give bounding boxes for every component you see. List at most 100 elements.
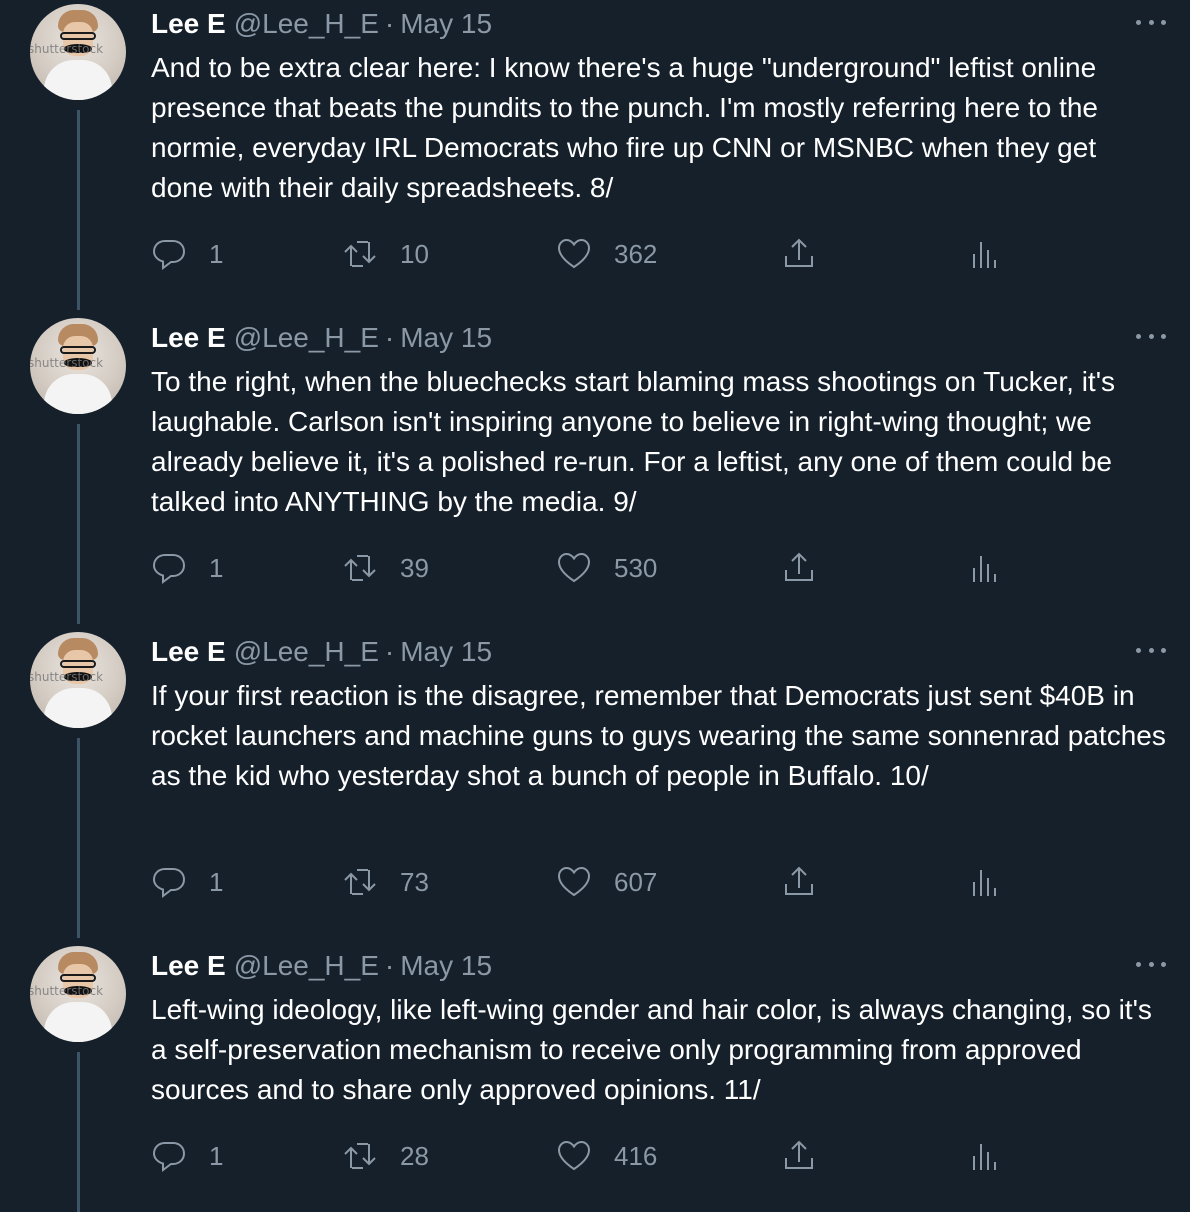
reply-count: 1 xyxy=(209,1140,224,1171)
like-count: 607 xyxy=(614,866,658,897)
share-button[interactable] xyxy=(781,862,817,902)
tweet-content: Lee E @Lee_H_E · May 15 And to be extra … xyxy=(151,4,1166,208)
tweet[interactable]: shutterstock Lee E @Lee_H_E · May 15 If … xyxy=(0,628,1190,942)
avatar-watermark: shutterstock xyxy=(30,670,104,684)
heart-icon xyxy=(557,238,591,269)
avatar[interactable]: shutterstock xyxy=(30,632,126,728)
tweet-content: Lee E @Lee_H_E · May 15 Left-wing ideolo… xyxy=(151,946,1166,1110)
like-count: 530 xyxy=(614,552,658,583)
tweet-text: If your first reaction is the disagree, … xyxy=(151,680,1174,791)
tweet-date[interactable]: May 15 xyxy=(400,950,492,982)
share-icon xyxy=(785,552,813,581)
author-handle[interactable]: @Lee_H_E xyxy=(234,950,379,982)
tweet-content: Lee E @Lee_H_E · May 15 If your first re… xyxy=(151,632,1166,796)
tweet-text: Left-wing ideology, like left-wing gende… xyxy=(151,994,1160,1105)
reply-button[interactable]: 1 xyxy=(151,234,223,274)
reply-button[interactable]: 1 xyxy=(151,548,223,588)
avatar-watermark: shutterstock xyxy=(30,984,104,998)
author-handle[interactable]: @Lee_H_E xyxy=(234,636,379,668)
avatar-container[interactable]: shutterstock xyxy=(30,632,128,728)
reply-icon xyxy=(152,868,186,898)
separator: · xyxy=(384,322,395,353)
retweet-button[interactable]: 10 xyxy=(342,234,429,274)
avatar[interactable]: shutterstock xyxy=(30,4,126,100)
analytics-icon xyxy=(973,870,996,896)
author-handle[interactable]: @Lee_H_E xyxy=(234,8,379,40)
tweet-actions: 1 73 607 xyxy=(151,862,1051,902)
share-icon xyxy=(785,866,813,895)
separator: · xyxy=(384,636,395,667)
retweet-count: 28 xyxy=(400,1140,429,1171)
thread-connector xyxy=(77,424,80,624)
retweet-icon xyxy=(344,241,376,267)
author-name[interactable]: Lee E xyxy=(151,636,226,668)
avatar-container[interactable]: shutterstock xyxy=(30,946,128,1042)
tweet-text: To the right, when the bluechecks start … xyxy=(151,366,1123,517)
tweet[interactable]: shutterstock Lee E @Lee_H_E · May 15 Lef… xyxy=(0,942,1190,1212)
analytics-icon xyxy=(973,1144,996,1170)
analytics-icon xyxy=(973,556,996,582)
analytics-button[interactable] xyxy=(966,548,1002,588)
author-handle[interactable]: @Lee_H_E xyxy=(234,322,379,354)
retweet-button[interactable]: 28 xyxy=(342,1136,429,1176)
retweet-count: 39 xyxy=(400,552,429,583)
reply-count: 1 xyxy=(209,552,224,583)
retweet-count: 10 xyxy=(400,238,429,269)
like-count: 416 xyxy=(614,1140,658,1171)
avatar-container[interactable]: shutterstock xyxy=(30,318,128,414)
tweet-date[interactable]: May 15 xyxy=(400,8,492,40)
reply-button[interactable]: 1 xyxy=(151,1136,223,1176)
share-icon xyxy=(785,1140,813,1169)
like-button[interactable]: 607 xyxy=(556,862,657,902)
tweet-content: Lee E @Lee_H_E · May 15 To the right, wh… xyxy=(151,318,1166,522)
reply-icon xyxy=(152,240,186,270)
analytics-button[interactable] xyxy=(966,862,1002,902)
like-button[interactable]: 362 xyxy=(556,234,657,274)
reply-icon xyxy=(152,1142,186,1172)
analytics-button[interactable] xyxy=(966,1136,1002,1176)
more-icon[interactable] xyxy=(1136,958,1166,970)
separator: · xyxy=(384,950,395,981)
share-button[interactable] xyxy=(781,1136,817,1176)
more-icon[interactable] xyxy=(1136,330,1166,342)
reply-count: 1 xyxy=(209,866,224,897)
thread-connector xyxy=(77,738,80,938)
analytics-button[interactable] xyxy=(966,234,1002,274)
tweet-date[interactable]: May 15 xyxy=(400,322,492,354)
tweet-actions: 1 10 362 xyxy=(151,234,1051,274)
tweet-actions: 1 39 530 xyxy=(151,548,1051,588)
like-button[interactable]: 530 xyxy=(556,548,657,588)
avatar-container[interactable]: shutterstock xyxy=(30,4,128,100)
reply-button[interactable]: 1 xyxy=(151,862,223,902)
tweet-date[interactable]: May 15 xyxy=(400,636,492,668)
more-icon[interactable] xyxy=(1136,16,1166,28)
like-button[interactable]: 416 xyxy=(556,1136,657,1176)
reply-count: 1 xyxy=(209,238,224,269)
retweet-button[interactable]: 73 xyxy=(342,862,429,902)
more-icon[interactable] xyxy=(1136,644,1166,656)
separator: · xyxy=(384,8,395,39)
thread-connector xyxy=(77,110,80,310)
avatar[interactable]: shutterstock xyxy=(30,318,126,414)
tweet-header: Lee E @Lee_H_E · May 15 xyxy=(151,632,1166,672)
avatar[interactable]: shutterstock xyxy=(30,946,126,1042)
tweet-header: Lee E @Lee_H_E · May 15 xyxy=(151,318,1166,358)
retweet-button[interactable]: 39 xyxy=(342,548,429,588)
share-button[interactable] xyxy=(781,234,817,274)
tweet[interactable]: shutterstock Lee E @Lee_H_E · May 15 And… xyxy=(0,0,1190,314)
heart-icon xyxy=(557,866,591,897)
author-name[interactable]: Lee E xyxy=(151,322,226,354)
author-name[interactable]: Lee E xyxy=(151,950,226,982)
tweet[interactable]: shutterstock Lee E @Lee_H_E · May 15 To … xyxy=(0,314,1190,628)
share-button[interactable] xyxy=(781,548,817,588)
author-name[interactable]: Lee E xyxy=(151,8,226,40)
retweet-count: 73 xyxy=(400,866,429,897)
retweet-icon xyxy=(344,1143,376,1169)
tweet-header: Lee E @Lee_H_E · May 15 xyxy=(151,946,1166,986)
avatar-watermark: shutterstock xyxy=(30,356,104,370)
analytics-icon xyxy=(973,242,996,268)
heart-icon xyxy=(557,1140,591,1171)
heart-icon xyxy=(557,552,591,583)
tweet-header: Lee E @Lee_H_E · May 15 xyxy=(151,4,1166,44)
tweet-actions: 1 28 416 xyxy=(151,1136,1051,1176)
